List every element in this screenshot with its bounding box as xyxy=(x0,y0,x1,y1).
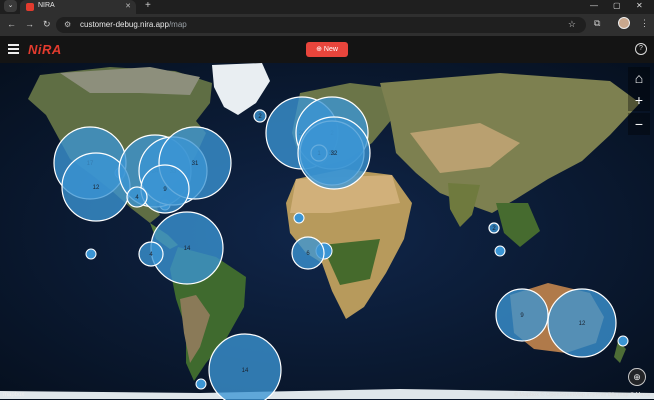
url-path: /map xyxy=(168,20,187,29)
nira-favicon-icon xyxy=(26,3,34,11)
window-minimize-button[interactable]: — xyxy=(590,1,598,10)
menu-kebab-icon[interactable]: ⋮ xyxy=(640,18,649,29)
mapbox-logo[interactable]: mapbox xyxy=(3,392,24,398)
cluster-count: 31 xyxy=(192,161,199,167)
browser-tab[interactable]: NIRA ✕ xyxy=(20,0,136,14)
cluster-circle[interactable] xyxy=(208,333,282,400)
cluster-marker[interactable]: 4 xyxy=(138,241,164,267)
cluster-count: 14 xyxy=(242,368,249,374)
cluster-marker[interactable]: 4 xyxy=(126,186,148,208)
cluster-count: 12 xyxy=(93,185,100,191)
address-bar[interactable]: ⚙ customer-debug.nira.app/map ☆ xyxy=(56,17,586,33)
reload-icon[interactable]: ↻ xyxy=(43,19,51,30)
new-tab-button[interactable]: + xyxy=(145,0,151,12)
cluster-marker[interactable]: 2 xyxy=(488,222,500,234)
cluster-marker[interactable]: 14 xyxy=(208,333,282,400)
help-icon[interactable]: ? xyxy=(635,43,647,55)
profile-avatar[interactable] xyxy=(618,17,630,29)
tab-title: NIRA xyxy=(38,2,55,9)
browser-toolbar: ← → ↻ ⚙ customer-debug.nira.app/map ☆ ⧉ … xyxy=(0,14,654,36)
hamburger-menu-icon[interactable] xyxy=(8,44,19,56)
cluster-marker[interactable]: 32 xyxy=(297,116,371,190)
map-canvas: 1712243331942262361322144691214 xyxy=(0,63,654,400)
app-header: NiRA ⊕ New ? xyxy=(0,36,654,63)
tab-close-icon[interactable]: ✕ xyxy=(125,2,131,10)
tab-list-button[interactable]: ⌄ xyxy=(4,0,17,12)
cluster-count: 12 xyxy=(579,321,586,327)
address-url: customer-debug.nira.app/map xyxy=(80,20,187,29)
forward-arrow-icon[interactable]: → xyxy=(25,19,34,29)
home-icon[interactable]: ⌂ xyxy=(628,67,650,89)
cluster-marker[interactable]: 2 xyxy=(253,109,267,123)
extensions-icon[interactable]: ⧉ xyxy=(594,18,600,29)
bookmark-star-icon[interactable]: ☆ xyxy=(568,19,576,30)
single-marker[interactable] xyxy=(195,378,207,390)
back-arrow-icon[interactable]: ← xyxy=(7,19,16,29)
browser-tabbar: ⌄ NIRA ✕ + — ▢ ✕ xyxy=(0,0,654,14)
cluster-marker[interactable]: 6 xyxy=(291,236,325,270)
url-host: customer-debug.nira.app xyxy=(80,20,169,29)
plus-circle-icon: ⊕ xyxy=(316,46,322,53)
cluster-marker[interactable]: 9 xyxy=(140,164,190,214)
single-marker[interactable] xyxy=(494,245,506,257)
map-attribution[interactable]: © Mapbox © OpenStreetMap Improve this ma… xyxy=(514,392,651,398)
zoom-in-button[interactable]: + xyxy=(628,89,650,111)
single-marker[interactable] xyxy=(617,335,629,347)
cluster-count: 32 xyxy=(331,151,338,157)
window-maximize-button[interactable]: ▢ xyxy=(613,1,621,10)
window-close-button[interactable]: ✕ xyxy=(636,1,643,10)
cluster-marker[interactable]: 9 xyxy=(495,288,549,342)
nira-logo[interactable]: NiRA xyxy=(28,42,62,57)
new-button[interactable]: ⊕ New xyxy=(306,42,348,57)
single-marker[interactable] xyxy=(85,248,97,260)
new-button-label: New xyxy=(323,46,338,53)
single-marker[interactable] xyxy=(293,212,305,224)
compass-icon[interactable]: ⊕ xyxy=(628,368,646,386)
site-info-icon[interactable]: ⚙ xyxy=(64,20,71,29)
zoom-out-button[interactable]: − xyxy=(628,113,650,135)
cluster-marker[interactable]: 12 xyxy=(547,288,617,358)
world-map[interactable]: 1712243331942262361322144691214 ⌂ + − ⊕ … xyxy=(0,63,654,400)
cluster-count: 14 xyxy=(184,246,191,252)
